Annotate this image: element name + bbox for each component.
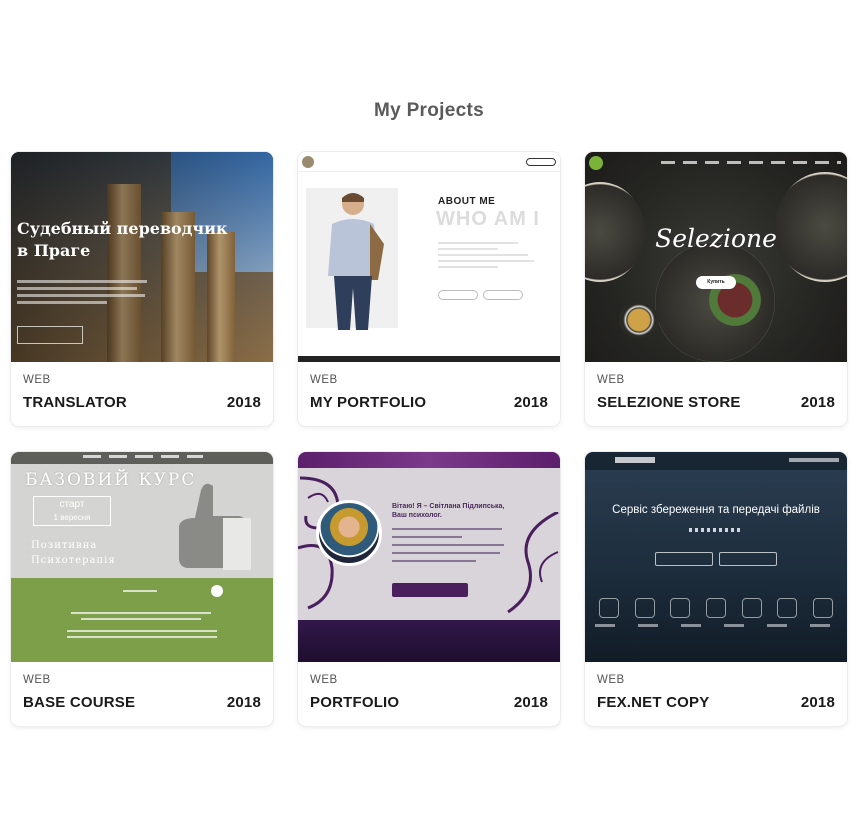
- project-thumbnail[interactable]: Сервіс збереження та передачі файлів: [585, 452, 847, 662]
- project-thumbnail[interactable]: Selezione Купить: [585, 152, 847, 362]
- project-year: 2018: [513, 694, 548, 711]
- project-category: WEB: [310, 674, 338, 686]
- project-category: WEB: [310, 374, 338, 386]
- image-icon: [813, 598, 834, 618]
- project-name[interactable]: BASE COURSE: [23, 694, 135, 711]
- project-year: 2018: [226, 394, 261, 411]
- preview-title: Selezione: [655, 224, 777, 253]
- shield-icon: [634, 598, 655, 618]
- project-card-my-portfolio[interactable]: ABOUT ME WHO AM I WEB MY PORTFOLIO 2018: [298, 152, 560, 426]
- project-name[interactable]: FEX.NET COPY: [597, 694, 709, 711]
- project-year: 2018: [800, 694, 835, 711]
- project-card-translator[interactable]: Судебный переводчик в Праге WEB TRANSLAT…: [11, 152, 273, 426]
- project-thumbnail[interactable]: ABOUT ME WHO AM I: [298, 152, 560, 362]
- logo-icon: [302, 156, 314, 168]
- project-name[interactable]: TRANSLATOR: [23, 394, 127, 411]
- preview-start-box: старт 1 вересня: [33, 496, 111, 526]
- project-category: WEB: [597, 374, 625, 386]
- preview-button: [17, 326, 83, 344]
- cloud-icon: [598, 598, 619, 618]
- project-year: 2018: [513, 394, 548, 411]
- preview-subtitle: Позитивна Психотерапія: [31, 540, 116, 566]
- section-title: My Projects: [374, 100, 484, 121]
- avatar: [316, 500, 382, 566]
- link-icon: [741, 598, 762, 618]
- project-card-fex-net-copy[interactable]: Сервіс збереження та передачі файлів WEB…: [585, 452, 847, 726]
- ornament: [507, 512, 559, 614]
- project-thumbnail[interactable]: БАЗОВИЙ КУРС старт 1 вересня Позитивна П…: [11, 452, 273, 662]
- file-icon: [670, 598, 691, 618]
- project-year: 2018: [226, 694, 261, 711]
- preview-who: WHO AM I: [436, 208, 540, 230]
- project-name[interactable]: PORTFOLIO: [310, 694, 399, 711]
- upload-icon: [705, 598, 726, 618]
- preview-heading: Вітаю! Я – Світлана Підлипська, Ваш псих…: [392, 503, 505, 519]
- project-thumbnail[interactable]: Вітаю! Я – Світлана Підлипська, Ваш псих…: [298, 452, 560, 662]
- preview-heading: Судебный переводчик в Праге: [17, 219, 228, 260]
- video-icon: [777, 598, 798, 618]
- logo-icon: [589, 156, 603, 170]
- project-name[interactable]: MY PORTFOLIO: [310, 394, 426, 411]
- preview-heading: БАЗОВИЙ КУРС: [25, 470, 197, 490]
- preview-button: [392, 583, 468, 597]
- project-category: WEB: [23, 374, 51, 386]
- logo-icon: [615, 457, 655, 463]
- project-name[interactable]: SELEZIONE STORE: [597, 394, 741, 411]
- project-card-selezione-store[interactable]: Selezione Купить WEB SELEZIONE STORE 201…: [585, 152, 847, 426]
- project-category: WEB: [597, 674, 625, 686]
- project-year: 2018: [800, 394, 835, 411]
- project-card-base-course[interactable]: БАЗОВИЙ КУРС старт 1 вересня Позитивна П…: [11, 452, 273, 726]
- download-icon: [211, 585, 223, 597]
- person-photo: [328, 193, 384, 330]
- preview-button: Купить: [696, 276, 736, 289]
- thumbs-up-icon: [179, 483, 251, 570]
- project-category: WEB: [23, 674, 51, 686]
- preview-heading: Сервіс збереження та передачі файлів: [612, 504, 820, 516]
- project-thumbnail[interactable]: Судебный переводчик в Праге: [11, 152, 273, 362]
- preview-about: ABOUT ME: [438, 196, 496, 207]
- project-card-portfolio[interactable]: Вітаю! Я – Світлана Підлипська, Ваш псих…: [298, 452, 560, 726]
